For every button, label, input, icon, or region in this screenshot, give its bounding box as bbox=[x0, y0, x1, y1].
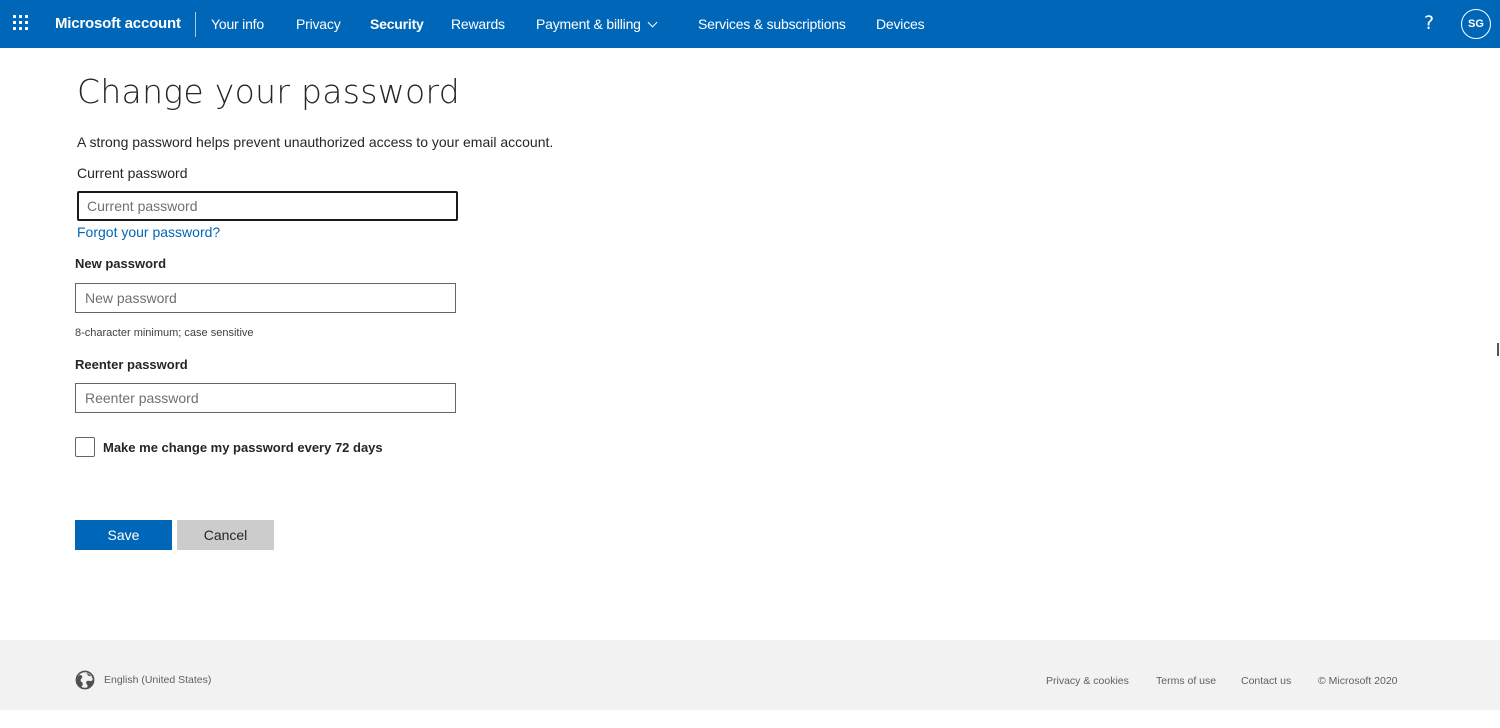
nav-payment-billing-label: Payment & billing bbox=[536, 16, 641, 32]
app-launcher-icon[interactable] bbox=[13, 15, 31, 33]
globe-icon[interactable] bbox=[75, 670, 95, 690]
top-nav-bar: Microsoft account Your info Privacy Secu… bbox=[0, 0, 1500, 48]
help-icon[interactable]: ? bbox=[1424, 12, 1434, 34]
reenter-password-label: Reenter password bbox=[75, 357, 188, 372]
expire-password-checkbox[interactable] bbox=[75, 437, 95, 457]
expire-password-label[interactable]: Make me change my password every 72 days bbox=[103, 440, 383, 455]
copyright-text: © Microsoft 2020 bbox=[1318, 675, 1398, 687]
language-selector[interactable]: English (United States) bbox=[104, 674, 211, 686]
new-password-input[interactable] bbox=[75, 283, 456, 313]
intro-text: A strong password helps prevent unauthor… bbox=[77, 134, 554, 150]
avatar[interactable]: SG bbox=[1461, 9, 1491, 39]
footer-link-privacy-cookies[interactable]: Privacy & cookies bbox=[1046, 675, 1129, 687]
password-hint: 8-character minimum; case sensitive bbox=[75, 327, 254, 339]
nav-your-info[interactable]: Your info bbox=[211, 16, 264, 32]
brand-title[interactable]: Microsoft account bbox=[55, 15, 181, 32]
page-title: Change your password bbox=[77, 72, 461, 111]
footer-link-contact-us[interactable]: Contact us bbox=[1241, 675, 1291, 687]
nav-devices[interactable]: Devices bbox=[876, 16, 925, 32]
reenter-password-input[interactable] bbox=[75, 383, 456, 413]
nav-payment-billing[interactable]: Payment & billing bbox=[536, 16, 658, 32]
footer: English (United States) Privacy & cookie… bbox=[0, 640, 1500, 710]
text-cursor-icon bbox=[1497, 343, 1499, 356]
nav-rewards[interactable]: Rewards bbox=[451, 16, 505, 32]
footer-link-terms-of-use[interactable]: Terms of use bbox=[1156, 675, 1216, 687]
forgot-password-link[interactable]: Forgot your password? bbox=[77, 224, 220, 240]
cancel-button[interactable]: Cancel bbox=[177, 520, 274, 550]
nav-security[interactable]: Security bbox=[370, 16, 424, 32]
save-button[interactable]: Save bbox=[75, 520, 172, 550]
brand-divider bbox=[195, 12, 196, 37]
nav-privacy[interactable]: Privacy bbox=[296, 16, 341, 32]
current-password-input[interactable] bbox=[77, 191, 458, 221]
new-password-label: New password bbox=[75, 256, 167, 271]
current-password-label: Current password bbox=[77, 165, 188, 181]
nav-services-subscriptions[interactable]: Services & subscriptions bbox=[698, 16, 846, 32]
chevron-down-icon bbox=[647, 17, 658, 28]
